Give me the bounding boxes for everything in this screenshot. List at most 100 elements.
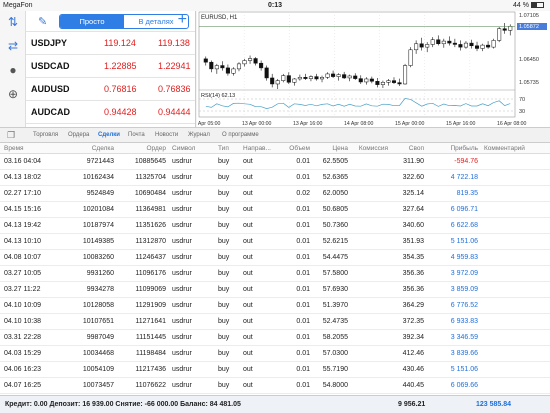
column-header[interactable]: Время <box>4 145 50 152</box>
table-cell: 62.5505 <box>322 158 348 165</box>
table-cell: 10187974 <box>82 222 114 229</box>
table-cell: 0.01 <box>296 222 310 229</box>
candle-body <box>225 67 230 74</box>
table-cell: buy <box>218 366 230 373</box>
table-row[interactable]: 04.03 15:29 10034468 11198484 usdrur buy out 0… <box>0 346 550 362</box>
tab-orders[interactable]: Ордера <box>68 132 89 138</box>
table-cell: 11096176 <box>135 270 166 277</box>
table-cell: 03.31 22:28 <box>4 334 41 341</box>
table-cell: out <box>243 206 253 213</box>
table-row[interactable]: 04.06 16:23 10054109 11217436 usdrur buy out 0… <box>0 362 550 378</box>
column-header[interactable]: Направ... <box>243 145 277 152</box>
quotes-arrows-icon[interactable]: ⇅ <box>5 15 21 29</box>
table-cell: out <box>243 238 253 245</box>
trade-arrows-icon[interactable]: ⇄ <box>5 39 21 53</box>
table-row[interactable]: 04.07 16:25 10073457 11076622 usdrur buy out 0… <box>0 378 550 394</box>
table-row[interactable]: 04.10 10:38 10107651 11271641 usdrur buy out 0… <box>0 314 550 330</box>
table-cell: buy <box>218 190 230 197</box>
table-cell: out <box>243 382 253 389</box>
table-cell: 0.01 <box>296 366 310 373</box>
rsi-label: RSI(14) 62.13 <box>201 93 235 99</box>
table-row[interactable]: 04.10 10:09 10128058 11291909 usdrur buy out 0… <box>0 298 550 314</box>
table-cell: 55.7190 <box>322 366 348 373</box>
column-header[interactable]: Тип <box>218 145 242 152</box>
table-cell: usdrur <box>172 334 192 341</box>
account-summary: Кредит: 0.00 Депозит: 16 939.00 Снятие: … <box>5 401 241 408</box>
candle-body <box>414 43 419 51</box>
price-chart[interactable]: EURUSD, H1 1.07105 1.05872 1.06450 1.05735 RS… <box>197 11 550 127</box>
column-header[interactable]: Цена <box>316 145 348 152</box>
table-row[interactable]: 02.27 17:10 9524849 10690484 usdrur buy out 0.… <box>0 186 550 202</box>
table-cell: 04.10 10:38 <box>4 318 41 325</box>
table-row[interactable]: 04.13 18:02 10162434 11325704 usdrur buy out 0… <box>0 170 550 186</box>
table-cell: 57.0300 <box>322 350 348 357</box>
clock: 0:13 <box>267 2 282 9</box>
column-header[interactable]: Символ <box>172 145 212 152</box>
table-row[interactable]: 04.13 10:10 10149385 11312870 usdrur buy out 0… <box>0 234 550 250</box>
table-cell: out <box>243 318 253 325</box>
battery-indicator: 44 % <box>513 0 544 11</box>
table-cell: 04.08 10:07 <box>4 254 41 261</box>
tab-mail[interactable]: Почта <box>128 132 145 138</box>
quote-row[interactable]: AUDUSD 0.76816 0.76836 <box>26 77 195 100</box>
candle-body <box>441 40 446 45</box>
table-cell: usdrur <box>172 238 192 245</box>
quote-row[interactable]: USDJPY 119.124 119.138 <box>26 31 195 54</box>
table-row[interactable]: 03.31 22:28 9987049 11151445 usdrur buy out 0.… <box>0 330 550 346</box>
copy-icon[interactable]: ❐ <box>7 130 15 141</box>
tab-about[interactable]: О программе <box>222 132 259 138</box>
table-row[interactable]: 04.15 15:16 10201084 11364981 usdrur buy out 0… <box>0 202 550 218</box>
chat-icon[interactable]: ● <box>5 63 21 77</box>
table-cell: 11076622 <box>135 382 166 389</box>
table-row[interactable]: 03.16 04:04 9721443 10885645 usdrur buy out 0.… <box>0 154 550 170</box>
candle-body <box>369 78 374 82</box>
table-cell: 11351626 <box>135 222 166 229</box>
tab-journal[interactable]: Журнал <box>188 132 210 138</box>
tab-trade[interactable]: Торговля <box>33 132 58 138</box>
candle-body <box>430 39 435 45</box>
table-row[interactable]: 04.08 10:07 10083260 11246437 usdrur buy out 0… <box>0 250 550 266</box>
table-cell: usdrur <box>172 174 192 181</box>
new-order-icon[interactable]: ⊕ <box>5 87 21 101</box>
table-cell: 6 096.71 <box>450 206 478 213</box>
tab-news[interactable]: Новости <box>155 132 178 138</box>
column-header[interactable]: Сделка <box>76 145 114 152</box>
view-mode-toggle[interactable]: Просто В деталях <box>59 14 189 29</box>
column-header[interactable]: Комиссия <box>352 145 388 152</box>
column-header[interactable]: Своп <box>394 145 424 152</box>
candle-body <box>480 44 485 49</box>
table-cell: 4 722.18 <box>450 174 478 181</box>
table-cell: buy <box>218 334 230 341</box>
table-cell: 54.4475 <box>322 254 348 261</box>
column-header[interactable]: Ордер <box>118 145 166 152</box>
table-cell: buy <box>218 174 230 181</box>
add-symbol-icon[interactable]: + <box>178 12 187 28</box>
quote-symbol: USDCAD <box>31 61 70 71</box>
column-header[interactable]: Комментарий <box>484 145 546 152</box>
table-cell: 50.7360 <box>322 222 348 229</box>
candle-body <box>358 78 363 83</box>
table-row[interactable]: 04.13 19:42 10187974 11351626 usdrur buy out 0… <box>0 218 550 234</box>
column-header[interactable]: Объем <box>282 145 310 152</box>
candle-body <box>408 49 413 66</box>
quote-row[interactable]: USDCAD 1.22885 1.22941 <box>26 54 195 77</box>
table-cell: usdrur <box>172 222 192 229</box>
rsi-line <box>205 98 511 109</box>
table-row[interactable]: 03.27 10:05 9931260 11096176 usdrur buy out 0.… <box>0 266 550 282</box>
candle-body <box>403 65 408 85</box>
table-cell: 9931260 <box>86 270 114 277</box>
table-cell: 364.29 <box>402 302 424 309</box>
table-cell: 10201084 <box>82 206 114 213</box>
tab-deals[interactable]: Сделки <box>98 132 120 138</box>
table-row[interactable]: 03.27 11:22 9934278 11099069 usdrur buy out 0.… <box>0 282 550 298</box>
price-label: 1.07105 <box>519 13 539 19</box>
column-header[interactable]: Прибыль <box>428 145 479 152</box>
chart-canvas[interactable]: EURUSD, H1 1.07105 1.05872 1.06450 1.05735 RS… <box>197 11 550 127</box>
mode-simple-tab[interactable]: Просто <box>60 15 124 28</box>
edit-icon[interactable]: ✎ <box>38 15 47 28</box>
candle-body <box>425 44 430 48</box>
quote-row[interactable]: AUDCAD 0.94428 0.94444 <box>26 100 195 123</box>
table-cell: -594.76 <box>454 158 478 165</box>
table-cell: 52.6215 <box>322 238 348 245</box>
candle-body <box>209 61 214 70</box>
